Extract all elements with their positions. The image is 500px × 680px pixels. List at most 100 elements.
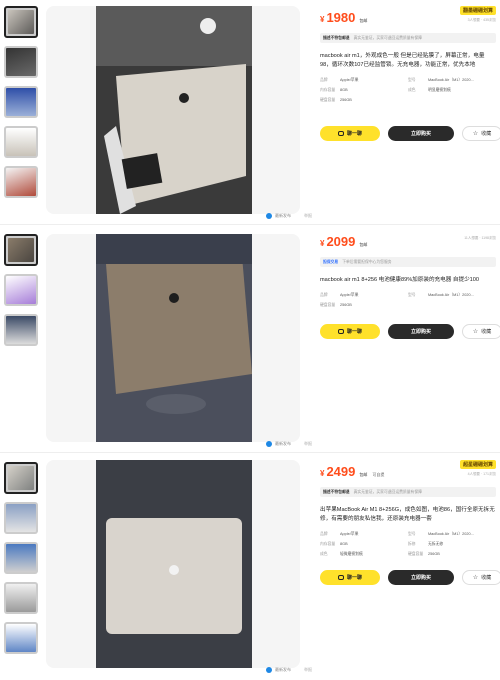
notice-lead: 描述不符包邮退 (323, 35, 350, 40)
thumbnail-5[interactable] (4, 622, 38, 654)
price: 2099 (326, 234, 356, 249)
item-description: macbook air m1 8+256 电池健康89%加原装的充电器 自提少1… (320, 277, 480, 283)
shipping-label: 包邮 (359, 18, 368, 23)
listing-2: 最新发布 举报 11人想要 · 1198浏览 ¥ 2099 包邮 担保交易 下单… (0, 228, 500, 450)
report-link[interactable]: 举报 (304, 667, 312, 673)
view-stats: 11人想要 · 1198浏览 (464, 236, 496, 240)
attr-model: 型号 MacBook Air（M1）2020... (408, 532, 474, 536)
thumbnail-3[interactable] (4, 314, 38, 346)
photo-caption: 最新发布 举报 (266, 441, 312, 447)
main-photo[interactable] (46, 6, 300, 214)
photo-caption: 最新发布 举报 (266, 213, 312, 219)
buy-now-button[interactable]: 立即购买 (388, 126, 454, 141)
caption-label: 最新发布 (275, 667, 291, 672)
listing-info: 翻墨硼硼划算 3人想要 · 435浏览 ¥ 1980 包邮 描述不符包邮退 真实… (320, 6, 496, 103)
chat-button[interactable]: 聊一聊 (320, 126, 380, 141)
price-symbol: ¥ (320, 239, 325, 248)
price-symbol: ¥ (320, 15, 325, 24)
listing-1: 最新发布 举报 翻墨硼硼划算 3人想要 · 435浏览 ¥ 1980 包邮 描述… (0, 0, 500, 220)
shipping-label: 包邮 (359, 472, 368, 477)
price: 2499 (326, 464, 356, 479)
attr-storage: 硬盘容量 256GB (320, 98, 352, 102)
guarantee-notice[interactable]: 描述不符包邮退 真实无鉴证，买家可退回运费质量有保障 (320, 33, 496, 43)
buy-now-button[interactable]: 立即购买 (388, 570, 454, 585)
attr-memory: 内存容量 8GB (320, 542, 348, 546)
listing-3: 最新发布 举报 超星硼硼划算 4人想要 · 171浏览 ¥ 2499 包邮 可自… (0, 456, 500, 680)
notice-text: 真实无鉴证，买家可退回运费质量有保障 (353, 489, 422, 494)
notice-lead: 担保交易 (323, 259, 339, 264)
thumbnail-4[interactable] (4, 582, 38, 614)
laptop-photo (96, 6, 252, 214)
chat-icon (337, 575, 344, 580)
star-icon: ☆ (472, 574, 479, 581)
action-buttons: 聊一聊 立即购买 ☆ 收藏 (320, 570, 500, 585)
thumbnail-strip (4, 6, 40, 206)
thumbnail-4[interactable] (4, 126, 38, 158)
price-symbol: ¥ (320, 469, 325, 478)
action-buttons: 聊一聊 立即购买 ☆ 收藏 (320, 324, 500, 339)
pickup-label: 可自提 (372, 472, 385, 477)
shipping-label: 包邮 (359, 242, 368, 247)
thumbnail-2[interactable] (4, 274, 38, 306)
attr-storage: 硬盘容量 256GB (320, 303, 352, 307)
attr-storage: 硬盘容量 256GB (408, 552, 440, 556)
attr-brand: 品牌 Apple/苹果 (320, 532, 359, 536)
main-photo[interactable] (46, 234, 300, 442)
laptop-photo (96, 234, 252, 442)
laptop-photo (96, 460, 252, 668)
favorite-button[interactable]: ☆ 收藏 (462, 324, 500, 339)
thumbnail-1[interactable] (4, 6, 38, 38)
notice-text: 下单后需要担保中心为您服务 (342, 259, 392, 264)
attr-memory: 内存容量 8GB (320, 88, 348, 92)
chat-icon (337, 131, 344, 136)
star-icon: ☆ (472, 328, 479, 335)
thumbnail-3[interactable] (4, 542, 38, 574)
thumbnail-strip (4, 462, 40, 662)
divider (0, 452, 500, 453)
thumbnail-2[interactable] (4, 46, 38, 78)
thumbnail-3[interactable] (4, 86, 38, 118)
view-stats: 4人想要 · 171浏览 (467, 472, 496, 476)
favorite-button[interactable]: ☆ 收藏 (462, 570, 500, 585)
action-buttons: 聊一聊 立即购买 ☆ 收藏 (320, 126, 500, 141)
attr-brand: 品牌 Apple/苹果 (320, 293, 359, 297)
caption-label: 最新发布 (275, 213, 291, 218)
attribute-grid: 品牌 Apple/苹果 型号 MacBook Air（M1）2020... 内存容量… (320, 78, 496, 103)
attr-condition: 成色 明显磨损划痕 (408, 88, 451, 92)
main-photo[interactable] (46, 460, 300, 668)
attr-repair: 拆修 无拆无修 (408, 542, 444, 546)
attr-brand: 品牌 Apple/苹果 (320, 78, 359, 82)
promo-badge: 超星硼硼划算 (459, 460, 496, 469)
brand-dot-icon (266, 667, 272, 673)
report-link[interactable]: 举报 (304, 213, 312, 219)
thumbnail-strip (4, 234, 40, 354)
listing-info: 11人想要 · 1198浏览 ¥ 2099 包邮 担保交易 下单后需要担保中心为… (320, 234, 496, 308)
listing-info: 超星硼硼划算 4人想要 · 171浏览 ¥ 2499 包邮 可自提 描述不符包邮… (320, 460, 496, 557)
guarantee-notice[interactable]: 描述不符包邮退 真实无鉴证，买家可退回运费质量有保障 (320, 487, 496, 497)
thumbnail-2[interactable] (4, 502, 38, 534)
view-stats: 3人想要 · 435浏览 (467, 18, 496, 22)
caption-label: 最新发布 (275, 441, 291, 446)
attr-model: 型号 MacBook Air（M1）2020... (408, 78, 474, 82)
chat-icon (337, 329, 344, 334)
price: 1980 (326, 10, 356, 25)
thumbnail-1[interactable] (4, 462, 38, 494)
item-description: 出苹果MacBook Air M1 8+256G，成色如图，电池86，国行全原无… (320, 507, 495, 522)
attr-model: 型号 MacBook Air（M1）2020... (408, 293, 474, 297)
star-icon: ☆ (472, 130, 479, 137)
attr-condition: 成色 轻微磨损划痕 (320, 552, 363, 556)
guarantee-notice[interactable]: 担保交易 下单后需要担保中心为您服务 (320, 257, 496, 267)
thumbnail-5[interactable] (4, 166, 38, 198)
report-link[interactable]: 举报 (304, 441, 312, 447)
chat-button[interactable]: 聊一聊 (320, 324, 380, 339)
brand-dot-icon (266, 441, 272, 447)
thumbnail-1[interactable] (4, 234, 38, 266)
favorite-button[interactable]: ☆ 收藏 (462, 126, 500, 141)
notice-lead: 描述不符包邮退 (323, 489, 350, 494)
divider (0, 224, 500, 225)
attribute-grid: 品牌 Apple/苹果 型号 MacBook Air（M1）2020... 内存容量… (320, 532, 496, 557)
promo-badge: 翻墨硼硼划算 (459, 6, 496, 15)
photo-caption: 最新发布 举报 (266, 667, 312, 673)
buy-now-button[interactable]: 立即购买 (388, 324, 454, 339)
chat-button[interactable]: 聊一聊 (320, 570, 380, 585)
